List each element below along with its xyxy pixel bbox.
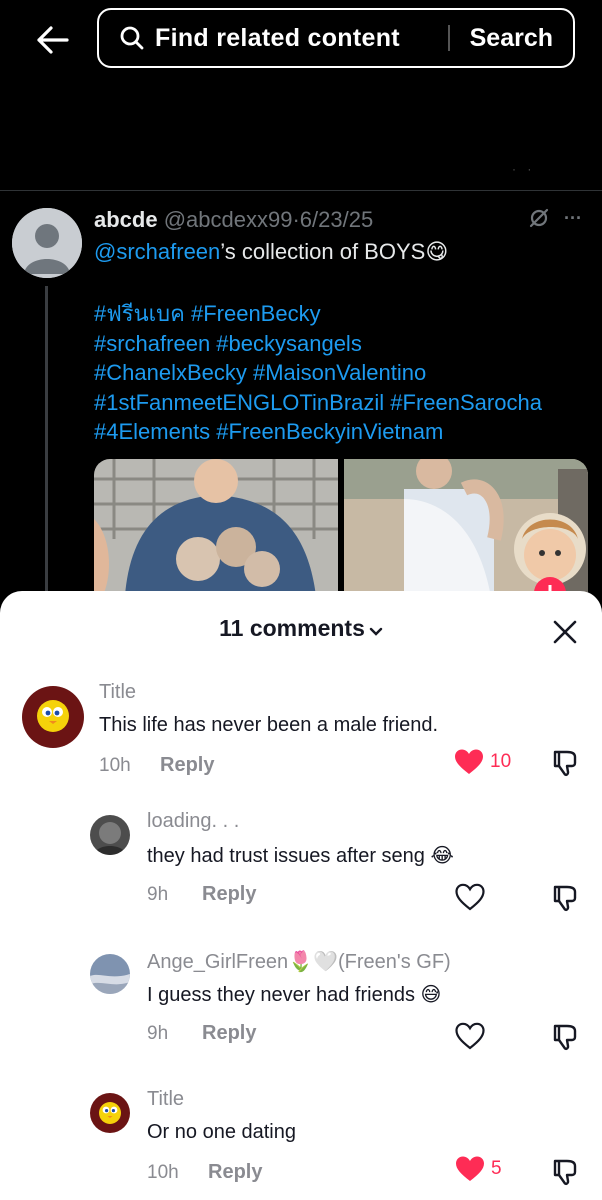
avatar[interactable] <box>22 686 84 748</box>
hashtag-line[interactable]: #ฟรีนเบค #FreenBecky <box>94 299 594 329</box>
hashtags: #ฟรีนเบค #FreenBecky #srchafreen #beckys… <box>94 299 594 447</box>
hashtag-line[interactable]: #srchafreen #beckysangels <box>94 329 594 359</box>
reply-button[interactable]: Reply <box>202 883 256 906</box>
search-box[interactable]: Find related content Search <box>97 8 575 68</box>
arrow-left-icon <box>37 26 69 54</box>
comment-item: Title Or no one dating 10h Reply 5 <box>0 1085 602 1197</box>
comment-time: 10h <box>147 1162 179 1183</box>
heart-filled-icon <box>456 1156 484 1181</box>
avatar[interactable] <box>90 954 130 994</box>
like-button[interactable]: 10 <box>454 748 511 776</box>
like-button[interactable] <box>455 1022 485 1050</box>
mention-link[interactable]: @srchafreen <box>94 239 220 264</box>
comment-item: Title This life has never been a male fr… <box>0 676 602 786</box>
comment-text: This life has never been a male friend. <box>99 714 439 736</box>
more-icon[interactable]: ··· <box>564 208 582 229</box>
close-button[interactable] <box>548 615 582 649</box>
search-input[interactable]: Find related content <box>155 24 448 53</box>
comment-text: I guess they never had friends 😅 <box>147 982 441 1007</box>
comment-username[interactable]: Title <box>147 1088 184 1111</box>
comments-header[interactable]: 11 comments <box>0 615 602 643</box>
hashtag-line[interactable]: #ChanelxBecky #MaisonValentino <box>94 358 594 388</box>
comments-count-title: 11 comments <box>219 615 365 641</box>
comment-time: 10h <box>99 755 131 776</box>
heart-outline-icon <box>455 1022 485 1050</box>
like-count: 10 <box>490 751 512 772</box>
faint-dots: · · <box>512 162 536 176</box>
search-button[interactable]: Search <box>450 24 573 53</box>
reply-button[interactable]: Reply <box>208 1161 262 1184</box>
comments-sheet: 11 comments Title This life has never be… <box>0 591 602 1200</box>
avatar[interactable] <box>90 815 130 855</box>
chevron-down-icon <box>369 616 383 643</box>
default-avatar-icon <box>12 208 82 278</box>
thumbs-down-icon <box>553 885 577 912</box>
search-icon <box>119 25 145 51</box>
user-handle[interactable]: @abcdexx99 <box>164 207 293 232</box>
close-icon <box>553 620 577 644</box>
dislike-button[interactable] <box>550 1157 580 1187</box>
tweet-text-body: ’s collection of BOYS <box>220 239 426 264</box>
back-button[interactable] <box>32 20 72 60</box>
comment-text-body: they had trust issues after seng <box>147 845 425 867</box>
dislike-button[interactable] <box>550 1022 580 1052</box>
username-emoji: 🌷🤍 <box>288 949 338 973</box>
emoji: 😅 <box>420 982 442 1006</box>
reply-button[interactable]: Reply <box>160 754 214 777</box>
search-header: Find related content Search <box>0 0 602 78</box>
comment-username[interactable]: Title <box>99 681 136 704</box>
thread-line <box>45 286 48 616</box>
avatar[interactable] <box>90 1093 130 1133</box>
comment-text: they had trust issues after seng 😂 <box>147 843 454 868</box>
dislike-button[interactable] <box>550 883 580 913</box>
emoji: 😂 <box>430 843 454 867</box>
comment-text: Or no one dating <box>147 1121 296 1143</box>
comment-time: 9h <box>147 1023 169 1044</box>
tweet-actions: ··· <box>528 207 582 229</box>
comment-text-body: I guess they never had friends <box>147 984 415 1006</box>
comment-item: loading. . . they had trust issues after… <box>0 807 602 917</box>
hashtag-line[interactable]: #4Elements #FreenBeckyinVietnam <box>94 417 594 447</box>
comment-username[interactable]: loading. . . <box>147 810 239 833</box>
reply-button[interactable]: Reply <box>202 1022 256 1045</box>
thumbs-down-icon <box>553 1159 577 1186</box>
thumbs-down-icon <box>553 1024 577 1051</box>
emoji: 😋 <box>425 240 449 265</box>
username-text: Ange_GirlFreen <box>147 951 289 973</box>
thumbs-down-icon <box>553 750 577 777</box>
hashtag-line[interactable]: #1stFanmeetENGLOTinBrazil #FreenSarocha <box>94 388 594 418</box>
avatar[interactable] <box>12 208 82 278</box>
like-button[interactable] <box>455 883 485 911</box>
comment-username[interactable]: Ange_GirlFreen🌷🤍(Freen's GF) <box>147 949 451 974</box>
tweet-header: abcde @abcdexx99·6/23/25 <box>94 207 373 233</box>
comment-item: Ange_GirlFreen🌷🤍(Freen's GF) I guess the… <box>0 946 602 1056</box>
dislike-button[interactable] <box>550 748 580 778</box>
grok-icon[interactable] <box>528 207 550 229</box>
username-suffix: (Freen's GF) <box>338 951 451 973</box>
tweet-text: @srchafreen’s collection of BOYS😋 <box>94 237 594 268</box>
heart-outline-icon <box>455 883 485 911</box>
separator-dot: · <box>292 207 300 232</box>
comment-time: 9h <box>147 884 169 905</box>
tweet[interactable]: abcde @abcdexx99·6/23/25 ··· @srchafreen… <box>0 191 602 619</box>
tweet-date[interactable]: 6/23/25 <box>300 207 373 232</box>
like-button[interactable]: 5 <box>455 1155 502 1183</box>
like-count: 5 <box>491 1158 502 1179</box>
heart-filled-icon <box>455 749 483 774</box>
display-name[interactable]: abcde <box>94 207 158 232</box>
